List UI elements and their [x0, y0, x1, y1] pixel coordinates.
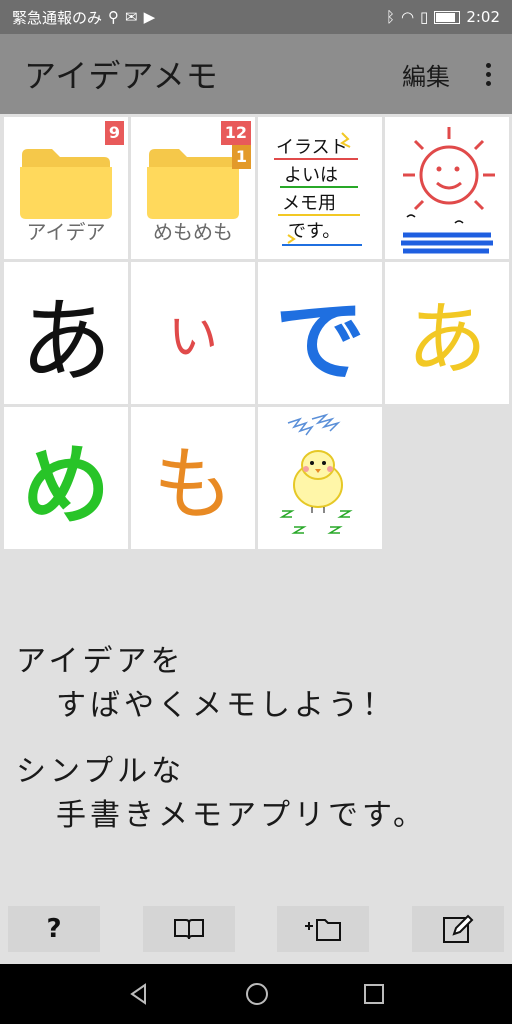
back-icon[interactable]: [127, 982, 151, 1006]
wifi-icon: ◠: [400, 8, 415, 26]
tagline-line: アイデアを: [16, 644, 185, 679]
home-icon[interactable]: [244, 981, 270, 1007]
folder-item-idea[interactable]: 9 アイデア: [4, 117, 128, 259]
overflow-menu-icon[interactable]: [476, 54, 500, 94]
help-button[interactable]: ?: [8, 906, 100, 952]
memo-char: で: [275, 289, 365, 394]
tagline-line: すばやくメモしよう！: [56, 688, 396, 723]
memo-item-chick[interactable]: [258, 407, 382, 549]
new-folder-icon: [305, 919, 342, 941]
app-title: アイデアメモ: [24, 57, 219, 95]
tagline: アイデアを すばやくメモしよう！ シンプルな 手書きメモアプリです。: [16, 640, 427, 838]
memo-text-line: メモ用: [282, 193, 336, 214]
memo-text-line: よいは: [284, 165, 338, 186]
bluetooth-icon: ᛒ: [385, 8, 395, 26]
folder-name: アイデア: [26, 220, 106, 244]
new-folder-button[interactable]: [277, 906, 370, 952]
recents-icon[interactable]: [363, 983, 385, 1005]
edit-button[interactable]: 編集: [392, 51, 460, 98]
app-bar: アイデアメモ 編集: [0, 34, 512, 114]
memo-char: も: [153, 438, 233, 531]
memo-drawing: イラスト よいは メモ用 です。: [274, 132, 362, 246]
new-memo-button[interactable]: [411, 906, 504, 952]
memo-char: め: [21, 433, 110, 537]
mail-icon: ✉: [125, 8, 138, 26]
memo-text-line: です。: [288, 221, 340, 242]
chick-drawing: [279, 413, 353, 534]
tagline-line: シンプルな: [16, 754, 186, 789]
folder-name: めもめも: [153, 220, 233, 244]
usb-icon: ⚲: [108, 8, 120, 26]
count-badge: 9: [104, 121, 124, 145]
play-icon: ▶: [143, 8, 156, 26]
memo-char: あ: [407, 293, 487, 386]
sun-drawing: [401, 127, 495, 254]
new-count-badge: 1: [231, 145, 251, 169]
memo-item-sun[interactable]: [385, 117, 509, 259]
clock: 2:02: [466, 8, 500, 26]
book-icon: [173, 919, 204, 940]
memo-text-line: イラスト: [276, 137, 348, 158]
memo-char: あ: [19, 287, 112, 395]
book-button[interactable]: [142, 906, 235, 952]
count-badge: 12: [220, 121, 251, 145]
system-nav-bar: [0, 964, 512, 1024]
memo-item-mo-orange[interactable]: も: [131, 407, 255, 549]
folder-icon: [147, 149, 239, 219]
memo-item-de-blue[interactable]: で: [258, 262, 382, 404]
memo-item-a-yellow[interactable]: あ: [385, 262, 509, 404]
help-icon: ?: [46, 914, 62, 944]
memo-item-a-black[interactable]: あ: [4, 262, 128, 404]
battery-icon: [434, 10, 461, 24]
bottom-toolbar: ?: [0, 906, 512, 958]
sim-icon: ▯: [420, 8, 429, 26]
status-bar: 緊急通報のみ ⚲ ✉ ▶ ᛒ ◠ ▯ 2:02: [0, 0, 512, 34]
memo-item-i-red[interactable]: い: [131, 262, 255, 404]
tagline-line: 手書きメモアプリです。: [56, 798, 427, 833]
folder-item-memomemo[interactable]: 12 1 めもめも: [131, 117, 255, 259]
memo-item-me-green[interactable]: め: [4, 407, 128, 549]
folder-icon: [20, 149, 112, 219]
status-text: 緊急通報のみ: [12, 8, 103, 27]
memo-item-illustration-text[interactable]: イラスト よいは メモ用 です。: [258, 117, 382, 259]
memo-grid: 9 アイデア 12 1 めもめも イラスト よいは メモ用 です。 あ い で …: [4, 117, 509, 549]
new-memo-icon: [442, 914, 474, 943]
memo-char: い: [168, 308, 218, 366]
